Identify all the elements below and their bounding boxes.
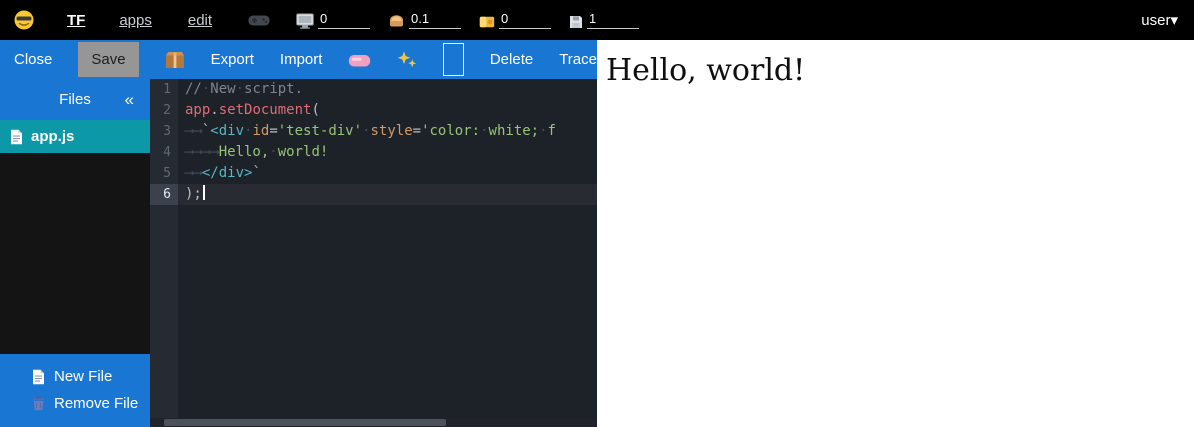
stat-monitor: 0 xyxy=(296,12,370,29)
line-number-gutter: 123456 xyxy=(150,79,178,427)
code-line[interactable]: ⟶⟶⟶⟶Hello,·world! xyxy=(178,142,597,163)
money-icon xyxy=(479,15,495,29)
package-button[interactable] xyxy=(165,51,185,69)
code-content[interactable]: //·New·script.app.setDocument(⟶⟶`<div·id… xyxy=(178,79,597,427)
file-name: app.js xyxy=(31,128,74,145)
code-line[interactable]: ⟶⟶`<div·id='test-div'·style='color:·whit… xyxy=(178,121,597,142)
nav-link-edit[interactable]: edit xyxy=(188,12,212,29)
delete-button[interactable]: Delete xyxy=(490,51,533,68)
workspace: Files « app.js xyxy=(0,79,597,427)
horizontal-scrollbar[interactable] xyxy=(150,418,597,427)
new-file-button[interactable]: New File xyxy=(0,363,150,390)
soap-icon xyxy=(348,52,371,68)
nav-link-tf[interactable]: TF xyxy=(67,12,85,29)
sparkles-button[interactable] xyxy=(397,51,417,69)
text-cursor xyxy=(203,185,205,200)
line-number: 4 xyxy=(150,142,178,163)
soap-button[interactable] xyxy=(348,52,371,68)
line-number: 1 xyxy=(150,79,178,100)
line-number: 3 xyxy=(150,121,178,142)
floppy-disk-icon xyxy=(569,15,583,29)
sidebar-collapse-button[interactable]: « xyxy=(125,90,134,110)
files-title: Files xyxy=(59,91,91,108)
sparkles-icon xyxy=(397,51,417,69)
trace-button[interactable]: Trace xyxy=(559,51,597,68)
trash-icon xyxy=(32,396,45,411)
preview-heading: Hello, world! xyxy=(597,40,1194,88)
code-line[interactable]: //·New·script. xyxy=(178,79,597,100)
code-line[interactable]: ); xyxy=(178,184,597,205)
blank-button[interactable] xyxy=(443,43,463,76)
import-button[interactable]: Import xyxy=(280,51,323,68)
content-area: Close Save Export Import xyxy=(0,40,1194,427)
nav-link-apps[interactable]: apps xyxy=(119,12,152,29)
stat-monitor-value[interactable]: 0 xyxy=(318,12,370,29)
code-line[interactable]: app.setDocument( xyxy=(178,100,597,121)
user-menu[interactable]: user▾ xyxy=(1141,11,1178,29)
sidebar-empty-space xyxy=(0,153,150,354)
package-icon xyxy=(165,51,185,69)
files-sidebar: Files « app.js xyxy=(0,79,150,427)
file-icon xyxy=(10,129,23,145)
file-item-appjs[interactable]: app.js xyxy=(0,120,150,153)
export-button[interactable]: Export xyxy=(211,51,254,68)
app-screen: TF apps edit 0 0.1 0 xyxy=(0,0,1194,427)
stat-money-value[interactable]: 0 xyxy=(499,12,551,29)
scrollbar-thumb[interactable] xyxy=(164,419,446,426)
code-line[interactable]: ⟶⟶</div>` xyxy=(178,163,597,184)
topbar: TF apps edit 0 0.1 0 xyxy=(0,0,1194,40)
bread-icon xyxy=(388,14,405,29)
files-header: Files « xyxy=(0,79,150,120)
stat-fields: 0 0.1 0 1 xyxy=(296,12,639,29)
stat-saves-value[interactable]: 1 xyxy=(587,12,639,29)
stat-money: 0 xyxy=(479,12,551,29)
new-file-label: New File xyxy=(54,368,112,385)
smiley-logo-icon[interactable] xyxy=(14,10,34,30)
stat-saves: 1 xyxy=(569,12,639,29)
remove-file-button[interactable]: Remove File xyxy=(0,390,150,417)
remove-file-label: Remove File xyxy=(54,395,138,412)
new-file-icon xyxy=(32,369,45,385)
monitor-icon xyxy=(296,13,314,29)
close-button[interactable]: Close xyxy=(14,51,52,68)
editor-toolbar: Close Save Export Import xyxy=(0,40,597,79)
line-number: 2 xyxy=(150,100,178,121)
game-controller-icon[interactable] xyxy=(248,13,270,28)
code-editor[interactable]: 123456 //·New·script.app.setDocument(⟶⟶`… xyxy=(150,79,597,427)
line-number: 6 xyxy=(150,184,178,205)
editor-pane: Close Save Export Import xyxy=(0,40,597,427)
stat-bread: 0.1 xyxy=(388,12,461,29)
save-button[interactable]: Save xyxy=(78,42,138,77)
stat-bread-value[interactable]: 0.1 xyxy=(409,12,461,29)
sidebar-footer: New File Remove File xyxy=(0,354,150,427)
app-preview-panel: Hello, world! xyxy=(597,40,1194,427)
line-number: 5 xyxy=(150,163,178,184)
